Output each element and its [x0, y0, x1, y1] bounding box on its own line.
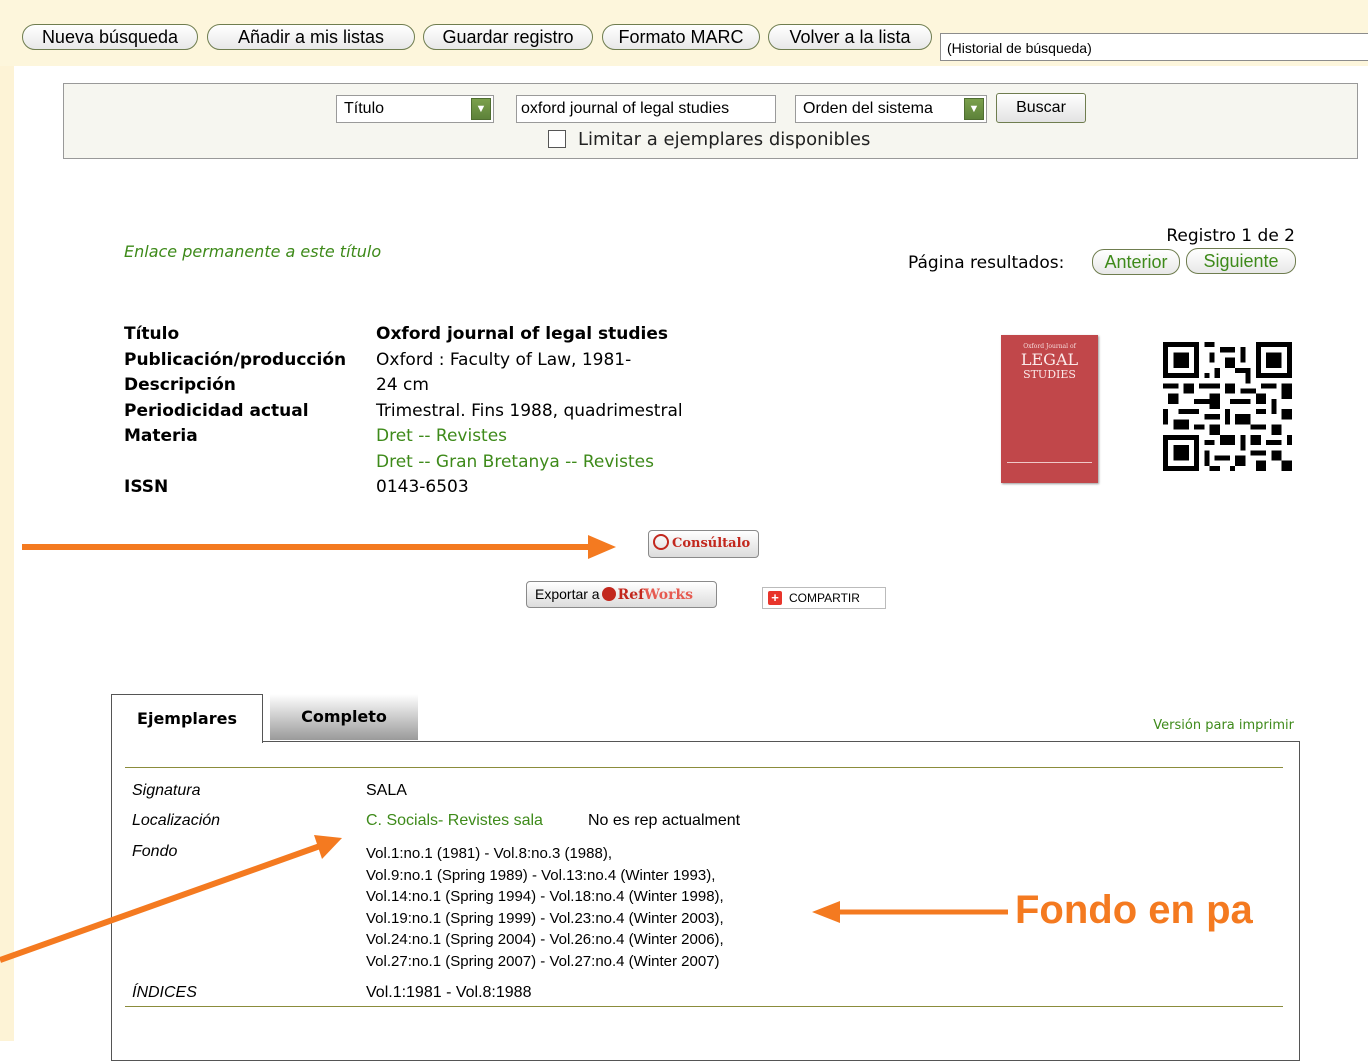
print-version-link[interactable]: Versión para imprimir: [1153, 718, 1294, 733]
refworks-brand: RefWorks: [618, 587, 693, 603]
permalink[interactable]: Enlace permanente a este título: [124, 242, 381, 261]
chevron-down-icon[interactable]: ▼: [471, 98, 491, 120]
add-to-lists-button[interactable]: Añadir a mis listas: [207, 24, 415, 50]
plus-icon: +: [768, 591, 782, 605]
next-button[interactable]: Siguiente: [1186, 248, 1296, 274]
indices-value: Vol.1:1981 - Vol.8:1988: [366, 984, 532, 1001]
field-label: Periodicidad actual: [124, 400, 309, 421]
export-refworks-button[interactable]: Exportar a RefWorks: [526, 581, 717, 608]
chevron-down-icon[interactable]: ▼: [964, 98, 984, 120]
cover-rule: [1007, 462, 1092, 463]
field-label: Materia: [124, 426, 198, 446]
consultalo-label: Consúltalo: [672, 536, 751, 551]
limit-available-label: Limitar a ejemplares disponibles: [578, 129, 871, 150]
search-panel: Título ▼ Orden del sistema ▼ Buscar Limi…: [63, 83, 1358, 159]
fondo-line: Vol.24:no.1 (Spring 2004) - Vol.26:no.4 …: [366, 931, 724, 949]
field-label: Descripción: [124, 375, 236, 395]
refworks-icon: [601, 587, 616, 601]
signatura-label: Signatura: [132, 782, 201, 799]
location-status: No es rep actualment: [588, 812, 741, 829]
arrowhead: [588, 535, 616, 559]
subject-link[interactable]: Dret -- Gran Bretanya -- Revistes: [376, 450, 654, 476]
localizacion-label: Localización: [132, 812, 221, 829]
search-button[interactable]: Buscar: [996, 93, 1086, 123]
fondo-line: Vol.1:no.1 (1981) - Vol.8:no.3 (1988),: [366, 845, 612, 862]
location-link[interactable]: C. Socials- Revistes sala: [366, 810, 543, 832]
publication-value: Oxford : Faculty of Law, 1981-: [376, 349, 632, 370]
title-value: Oxford journal of legal studies: [376, 324, 669, 344]
divider: [125, 767, 1283, 768]
save-record-button[interactable]: Guardar registro: [423, 24, 593, 50]
field-label: Publicación/producción: [124, 349, 347, 370]
subject-link[interactable]: Dret -- Revistes: [376, 424, 507, 450]
cover-image: Oxford Journal of LEGAL STUDIES: [1001, 335, 1098, 483]
cover-small-text: Oxford Journal of: [1023, 343, 1076, 350]
fondo-line: Vol.19:no.1 (Spring 1999) - Vol.23:no.4 …: [366, 909, 724, 927]
limit-available-checkbox[interactable]: [548, 130, 566, 148]
tab-completo[interactable]: Completo: [270, 694, 418, 740]
search-input[interactable]: [516, 95, 776, 123]
search-field-select[interactable]: Título ▼: [336, 95, 494, 123]
field-label: Título: [124, 324, 180, 344]
fondo-line: Vol.27:no.1 (Spring 2007) - Vol.27:no.4 …: [366, 952, 720, 970]
new-search-button[interactable]: Nueva búsqueda: [22, 24, 198, 50]
signatura-value: SALA: [366, 782, 407, 799]
field-label: ISSN: [124, 477, 169, 497]
search-history-select[interactable]: (Historial de búsqueda): [940, 33, 1368, 61]
previous-button[interactable]: Anterior: [1092, 249, 1180, 275]
share-button[interactable]: + COMPARTIR: [762, 587, 886, 609]
marc-format-button[interactable]: Formato MARC: [602, 24, 760, 50]
tab-ejemplares[interactable]: Ejemplares: [111, 694, 263, 743]
qr-code-icon: [1163, 342, 1292, 471]
share-label: COMPARTIR: [789, 591, 860, 605]
annotation-text: Fondo en pa: [1015, 888, 1253, 932]
fondo-line: Vol.14:no.1 (Spring 1994) - Vol.18:no.4 …: [366, 888, 724, 906]
description-value: 24 cm: [376, 375, 429, 395]
issn-value: 0143-6503: [376, 477, 469, 497]
record-counter: Registro 1 de 2: [1166, 226, 1295, 246]
refworks-brand-part-a: Ref: [617, 587, 645, 603]
frequency-value: Trimestral. Fins 1988, quadrimestral: [376, 400, 683, 421]
fondo-label: Fondo: [132, 843, 178, 860]
cover-title-text: LEGAL: [1020, 350, 1079, 369]
back-to-list-button[interactable]: Volver a la lista: [768, 24, 932, 50]
indices-label: ÍNDICES: [132, 984, 197, 1001]
fondo-line: Vol.9:no.1 (Spring 1989) - Vol.13:no.4 (…: [366, 866, 716, 884]
refworks-brand-part-b: Works: [644, 587, 694, 603]
record-details: Título Oxford journal of legal studies P…: [0, 322, 900, 502]
consultalo-button[interactable]: Consúltalo: [648, 530, 759, 558]
swirl-icon: [653, 534, 669, 550]
results-page-label: Página resultados:: [908, 253, 1065, 273]
sort-select[interactable]: Orden del sistema ▼: [795, 95, 987, 123]
cover-subtitle-text: STUDIES: [1023, 368, 1076, 381]
export-label: Exportar a: [535, 586, 600, 602]
divider: [125, 1006, 1283, 1007]
fondo-list: Vol.1:no.1 (1981) - Vol.8:no.3 (1988), V…: [366, 843, 724, 973]
search-field-value: Título: [344, 100, 385, 117]
sort-value: Orden del sistema: [803, 100, 933, 117]
